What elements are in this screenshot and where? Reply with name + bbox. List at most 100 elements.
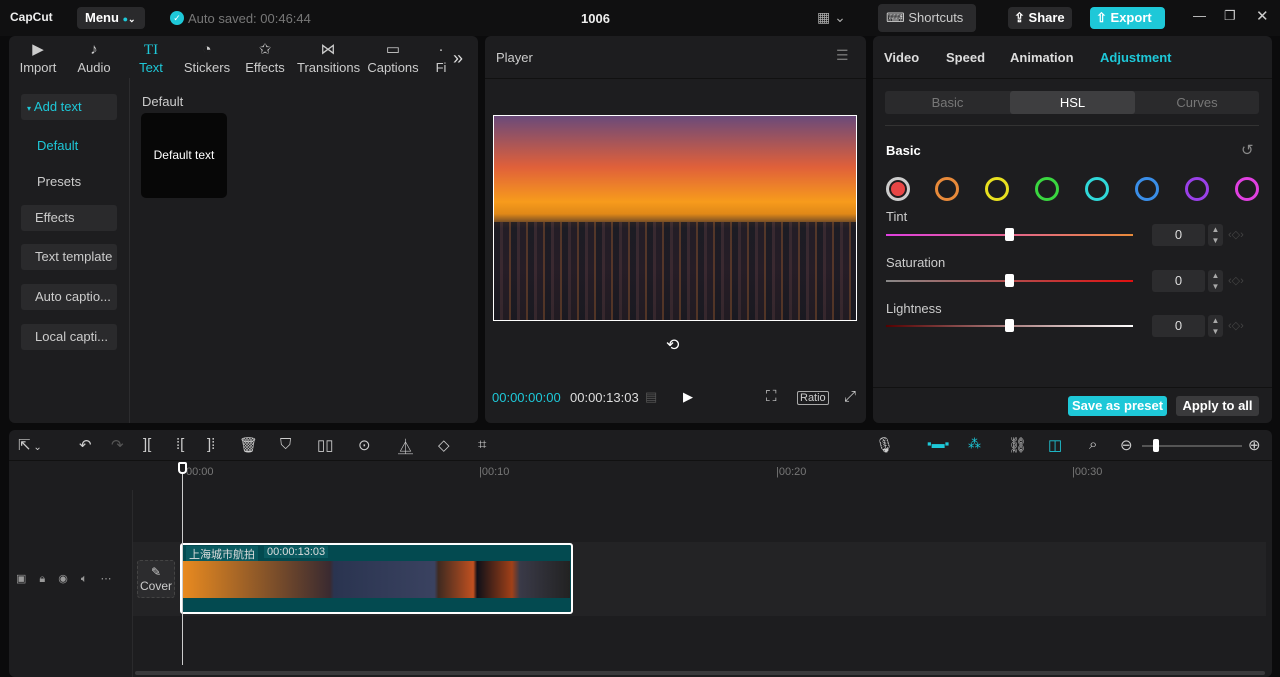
maximize-icon[interactable]: ❐ [1224, 8, 1236, 24]
tab-stickers[interactable]: ◔ Stickers [182, 40, 232, 75]
magnet-icon[interactable]: ▪▬▪ [927, 436, 949, 451]
tab-label: Fi [435, 60, 447, 75]
video-clip[interactable]: 上海城市航拍 00:00:13:03 [180, 543, 573, 614]
track-preview-icon[interactable]: ▣ [16, 573, 39, 585]
tint-slider-handle[interactable] [1005, 228, 1014, 241]
redo-icon[interactable]: ↷ [111, 436, 124, 454]
marker-icon[interactable]: ⛉ [280, 436, 291, 453]
ruler-tick: 00:00 [186, 466, 214, 478]
swatch-magenta[interactable] [1235, 177, 1259, 201]
add-text-button[interactable]: ▾ Add text [21, 94, 117, 120]
tab-filters[interactable]: · Fi [434, 40, 448, 75]
apply-to-all-button[interactable]: Apply to all [1176, 396, 1259, 416]
swatch-red[interactable] [886, 177, 910, 201]
lock-icon[interactable]: 🔒︎ [39, 573, 58, 585]
tab-import[interactable]: ▶ Import [14, 40, 62, 75]
cover-button[interactable]: ✎ Cover [137, 560, 175, 598]
saturation-value-input[interactable]: 0 [1152, 270, 1205, 292]
tab-audio[interactable]: ♪ Audio [72, 40, 116, 75]
more-tabs-icon[interactable]: » [453, 48, 463, 69]
delete-icon[interactable]: 🗑︎ [239, 436, 258, 454]
tint-stepper[interactable]: ▲ ▼ [1208, 224, 1223, 246]
playhead-handle[interactable] [178, 462, 187, 474]
subtab-basic[interactable]: Basic [885, 91, 1010, 114]
auto-snap-icon[interactable]: ⁂ [968, 436, 981, 452]
close-icon[interactable]: ✕ [1256, 7, 1269, 25]
tab-animation[interactable]: Animation [1010, 50, 1074, 65]
split-right-icon[interactable]: ]⁞ [207, 436, 215, 453]
sidebar-item-default[interactable]: Default [37, 138, 78, 153]
fit-view-icon[interactable]: ⛶ [766, 388, 777, 405]
keyframe-icon[interactable]: ‹◇› [1228, 228, 1244, 241]
default-text-card[interactable]: Default text [141, 113, 227, 198]
microphone-icon[interactable]: 🎙︎ [875, 436, 894, 454]
sidebar-item-auto-captions[interactable]: Auto captio... [21, 284, 117, 310]
playhead[interactable] [182, 462, 183, 665]
menu-button[interactable]: Menu ●⌄ [77, 7, 145, 29]
sidebar-item-presets[interactable]: Presets [37, 174, 81, 189]
zoom-out-icon[interactable]: ⊖ [1120, 436, 1133, 454]
tab-speed[interactable]: Speed [946, 50, 985, 65]
lightness-stepper[interactable]: ▲ ▼ [1208, 315, 1223, 337]
horizontal-scrollbar[interactable] [135, 671, 1265, 675]
tab-text[interactable]: TI Text [131, 40, 171, 75]
zoom-fit-icon[interactable]: ⌕ [1089, 436, 1097, 453]
mirror-icon[interactable]: ⏅ [398, 436, 413, 457]
split-icon[interactable]: ][ [143, 436, 151, 453]
save-as-preset-button[interactable]: Save as preset [1068, 396, 1167, 416]
play-icon[interactable]: ▶ [683, 389, 693, 405]
crop-icon[interactable]: ⌗ [478, 436, 486, 453]
divider [873, 78, 1272, 79]
swatch-cyan[interactable] [1085, 177, 1109, 201]
zoom-in-icon[interactable]: ⊕ [1248, 436, 1261, 454]
tint-value-input[interactable]: 0 [1152, 224, 1205, 246]
lightness-slider-handle[interactable] [1005, 319, 1014, 332]
total-time: 00:00:13:03 [570, 390, 639, 405]
subtab-curves[interactable]: Curves [1135, 91, 1259, 114]
reset-icon[interactable]: ↺ [1241, 141, 1254, 159]
share-button[interactable]: ⇪ Share [1008, 7, 1072, 29]
preview-axis-icon[interactable]: ◫ [1048, 436, 1062, 454]
eye-icon[interactable]: ◉ [58, 573, 81, 585]
keyframe-icon[interactable]: ‹◇› [1228, 274, 1244, 287]
minimize-icon[interactable]: — [1193, 8, 1206, 23]
split-left-icon[interactable]: ⁞[ [176, 436, 184, 453]
shortcuts-button[interactable]: ⌨ Shortcuts [878, 4, 976, 32]
layout-icon[interactable]: ▦ ⌄ [817, 9, 846, 26]
swatch-yellow[interactable] [985, 177, 1009, 201]
grid-icon[interactable]: ▤ [645, 389, 657, 405]
tab-effects[interactable]: ✩ Effects [243, 40, 287, 75]
rotate-clip-icon[interactable]: ◇ [438, 436, 450, 454]
sidebar-item-local-captions[interactable]: Local capti... [21, 324, 117, 350]
undo-icon[interactable]: ↶ [79, 436, 92, 454]
swatch-purple[interactable] [1185, 177, 1209, 201]
subtab-hsl[interactable]: HSL [1010, 91, 1135, 114]
tab-adjustment[interactable]: Adjustment [1100, 50, 1172, 65]
sidebar-item-effects[interactable]: Effects [21, 205, 117, 231]
more-icon[interactable]: ⋯ [100, 573, 124, 585]
tab-video[interactable]: Video [884, 50, 919, 65]
keyframe-icon[interactable]: ‹◇› [1228, 319, 1244, 332]
chevron-down-icon: ⌄ [128, 14, 136, 24]
swatch-blue[interactable] [1135, 177, 1159, 201]
menu-icon[interactable]: ☰ [836, 47, 849, 64]
export-button[interactable]: ⇧ Export [1090, 7, 1165, 29]
sidebar-item-text-template[interactable]: Text template [21, 244, 117, 270]
ratio-button[interactable]: Ratio [797, 391, 829, 405]
select-tool-icon[interactable]: ⇱ ⌄ [18, 436, 42, 454]
lightness-value-input[interactable]: 0 [1152, 315, 1205, 337]
zoom-slider-handle[interactable] [1153, 439, 1159, 452]
rotate-icon[interactable]: ⟲ [666, 335, 679, 355]
link-icon[interactable]: ⛓︎ [1008, 436, 1027, 454]
saturation-slider-handle[interactable] [1005, 274, 1014, 287]
audio-icon[interactable]: 🔈︎ [81, 573, 101, 585]
swatch-green[interactable] [1035, 177, 1059, 201]
tab-captions[interactable]: ▭ Captions [367, 40, 419, 75]
reverse-icon[interactable]: ⊙ [358, 436, 371, 454]
video-preview[interactable] [493, 115, 857, 321]
fullscreen-icon[interactable]: ⤢ [844, 388, 856, 405]
tab-transitions[interactable]: ⋈ Transitions [297, 40, 360, 75]
swatch-orange[interactable] [935, 177, 959, 201]
saturation-stepper[interactable]: ▲ ▼ [1208, 270, 1223, 292]
freeze-icon[interactable]: ▯▯ [317, 436, 334, 454]
